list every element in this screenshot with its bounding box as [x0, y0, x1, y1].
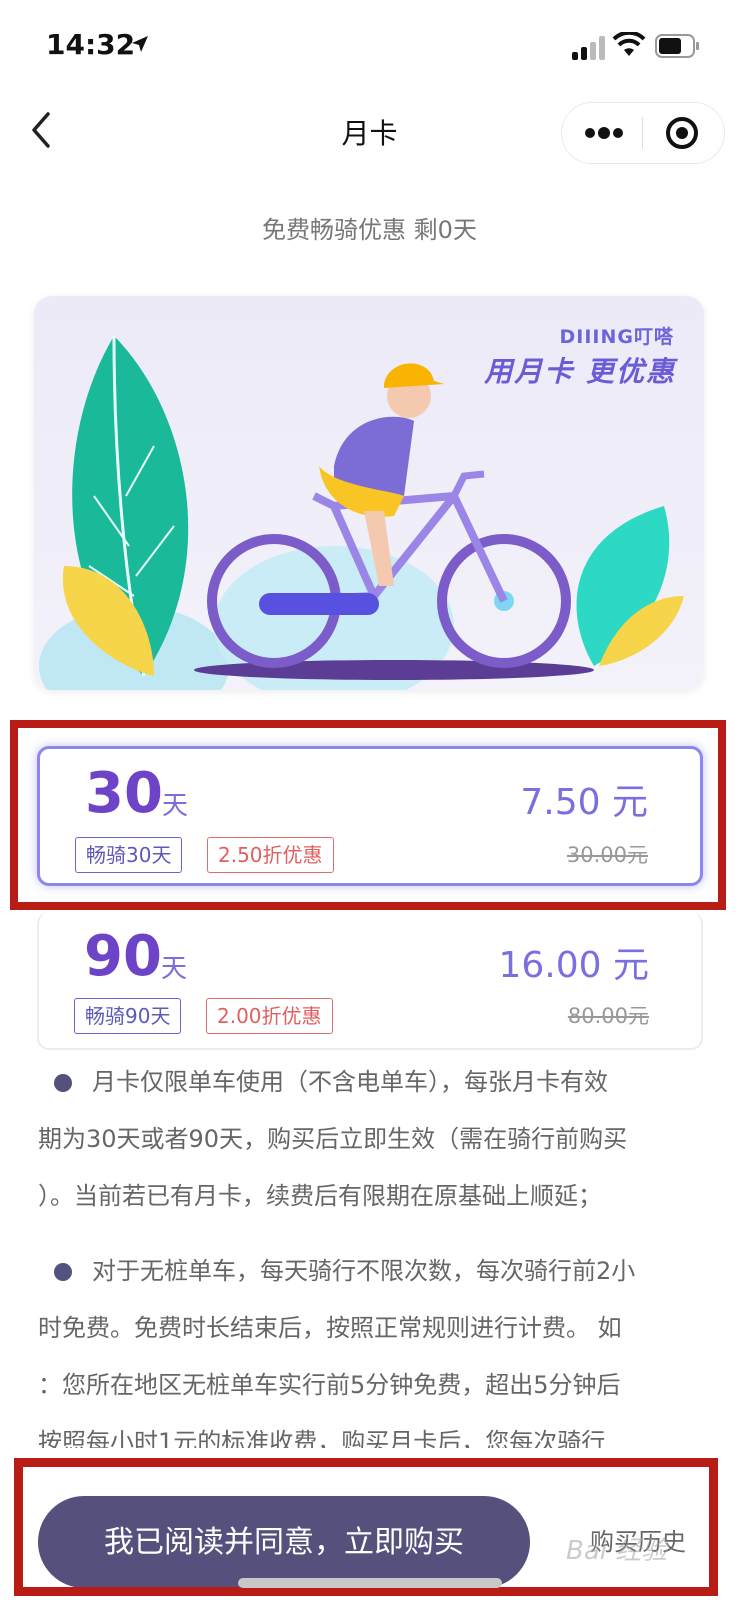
bullet-icon [54, 1263, 72, 1281]
plan-days-unit: 天 [161, 954, 188, 984]
note-line: ）。当前若已有月卡，续费后有限期在原基础上顺延； [38, 1182, 602, 1210]
note-line: 时免费。免费时长结束后，按照正常规则进行计费。 如 [38, 1314, 622, 1342]
bullet-icon [54, 1074, 72, 1092]
nav-bar: 月卡 [0, 96, 739, 166]
plan-card-90-days[interactable]: 90 天 畅骑90天 2.00折优惠 16.00 元 80.00元 [37, 912, 703, 1050]
plan-original-price: 80.00元 [567, 1004, 649, 1028]
selected-plan-highlight [10, 720, 726, 910]
note-line: 对于无桩单车，每天骑行不限次数，每次骑行前2小 [92, 1257, 636, 1285]
location-arrow-icon [132, 36, 148, 52]
plan-ride-tag: 畅骑90天 [74, 998, 182, 1034]
home-indicator [238, 1578, 502, 1588]
bottom-highlight [14, 1458, 718, 1596]
plan-price: 16.00 元 [498, 945, 649, 986]
wifi-icon [612, 32, 646, 56]
status-time: 14:32 [46, 28, 136, 61]
plan-days: 90 [84, 924, 162, 989]
note-paragraph: 月卡仅限单车使用（不含电单车），每张月卡有效 期为30天或者90天，购买后立即生… [38, 1054, 698, 1225]
note-paragraph: 对于无桩单车，每天骑行不限次数，每次骑行前2小 时免费。免费时长结束后，按照正常… [38, 1243, 698, 1471]
capsule-divider [642, 117, 643, 149]
cellular-signal-icon [572, 36, 605, 60]
usage-notes: 月卡仅限单车使用（不含电单车），每张月卡有效 期为30天或者90天，购买后立即生… [38, 1054, 698, 1489]
note-line: 月卡仅限单车使用（不含电单车），每张月卡有效 [92, 1068, 608, 1096]
more-dots-icon[interactable] [584, 123, 624, 143]
close-target-icon[interactable] [665, 116, 699, 150]
plan-discount-tag: 2.00折优惠 [206, 998, 333, 1034]
brand-logo: DIIING叮嗒 [559, 326, 674, 348]
status-bar: 14:32 [0, 0, 739, 90]
mini-program-capsule [561, 102, 725, 164]
monthly-card-banner: DIIING叮嗒 用月卡 更优惠 [34, 296, 704, 690]
banner-slogan: 用月卡 更优惠 [484, 355, 676, 388]
note-line: ：您所在地区无桩单车实行前5分钟免费，超出5分钟后 [38, 1371, 621, 1399]
battery-icon [655, 34, 699, 58]
free-ride-remaining: 免费畅骑优惠 剩0天 [262, 216, 477, 244]
note-line: 期为30天或者90天，购买后立即生效（需在骑行前购买 [38, 1125, 628, 1153]
